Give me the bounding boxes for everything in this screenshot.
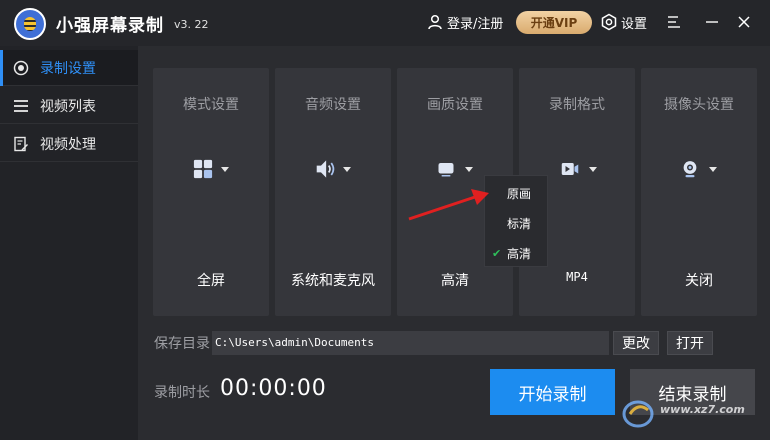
vip-button[interactable]: 开通VIP — [516, 11, 592, 34]
quality-dropdown-button[interactable] — [437, 156, 473, 182]
webcam-icon — [683, 161, 697, 178]
app-version: v3. 22 — [174, 18, 209, 31]
menu-icon — [668, 16, 680, 28]
chevron-down-icon — [465, 166, 473, 172]
format-dropdown-button[interactable] — [561, 156, 597, 182]
login-register-button[interactable]: 登录/注册 — [427, 12, 503, 32]
minimize-button[interactable] — [702, 12, 722, 32]
record-duration-value: 00:00:00 — [220, 376, 327, 401]
gear-icon — [601, 13, 617, 31]
save-directory-label: 保存目录 — [154, 336, 210, 352]
chevron-down-icon — [343, 166, 351, 172]
start-recording-button[interactable]: 开始录制 — [490, 369, 615, 415]
record-icon — [12, 59, 30, 77]
chevron-down-icon — [709, 166, 717, 172]
mode-dropdown-button[interactable] — [193, 156, 229, 182]
card-camera-settings: 摄像头设置 关闭 — [641, 68, 757, 316]
card-mode-settings: 模式设置 全屏 — [153, 68, 269, 316]
app-logo-icon — [14, 8, 46, 40]
quality-dropdown-menu: 原画 标清 ✔ 高清 — [484, 175, 548, 267]
option-label: 高清 — [507, 246, 532, 261]
sidebar-item-video-list[interactable]: 视频列表 — [0, 88, 138, 124]
card-value: 系统和麦克风 — [291, 273, 375, 289]
chevron-down-icon — [589, 166, 597, 172]
card-value: 高清 — [441, 273, 469, 289]
card-audio-settings: 音频设置 系统和麦克风 — [275, 68, 391, 316]
minimize-icon — [706, 21, 718, 23]
card-title: 音频设置 — [305, 97, 361, 113]
close-button[interactable] — [734, 12, 754, 32]
save-directory-field[interactable]: C:\Users\admin\Documents — [212, 331, 609, 355]
card-value: 全屏 — [197, 273, 225, 289]
app-title: 小强屏幕录制 — [56, 16, 164, 36]
menu-button[interactable] — [664, 12, 684, 32]
close-icon — [738, 16, 750, 28]
sidebar-item-record-settings[interactable]: 录制设置 — [0, 50, 138, 86]
change-directory-button[interactable]: 更改 — [613, 331, 659, 355]
title-bar: 小强屏幕录制 v3. 22 登录/注册 开通VIP 设置 — [0, 0, 770, 46]
video-icon — [561, 163, 579, 175]
user-icon — [428, 14, 442, 30]
card-value: MP4 — [566, 270, 588, 284]
watermark-text: www.xz7.com — [660, 403, 745, 416]
sidebar-item-label: 录制设置 — [40, 60, 96, 77]
option-label: 标清 — [507, 216, 532, 231]
chevron-down-icon — [221, 166, 229, 172]
quality-option-original[interactable]: 原画 — [485, 178, 547, 208]
settings-label: 设置 — [621, 16, 648, 32]
card-title: 摄像头设置 — [664, 97, 734, 113]
login-register-label: 登录/注册 — [447, 16, 504, 32]
list-icon — [12, 97, 30, 115]
checkmark-icon: ✔ — [492, 246, 502, 260]
speaker-icon — [316, 160, 335, 178]
quality-option-standard[interactable]: 标清 — [485, 208, 547, 238]
card-title: 模式设置 — [183, 97, 239, 113]
grid-mode-icon — [193, 159, 213, 179]
sidebar-item-label: 视频处理 — [40, 136, 96, 153]
monitor-icon — [438, 163, 454, 177]
card-value: 关闭 — [685, 273, 713, 289]
card-title: 录制格式 — [549, 97, 605, 113]
sidebar-item-video-processing[interactable]: 视频处理 — [0, 126, 138, 162]
record-duration-label: 录制时长 — [154, 385, 210, 401]
open-directory-button[interactable]: 打开 — [667, 331, 713, 355]
settings-button[interactable]: 设置 — [600, 12, 647, 32]
sidebar: 录制设置 视频列表 视频处理 — [0, 46, 138, 440]
quality-option-hd[interactable]: ✔ 高清 — [485, 238, 547, 268]
card-title: 画质设置 — [427, 97, 483, 113]
edit-doc-icon — [12, 135, 30, 153]
option-label: 原画 — [507, 186, 532, 201]
sidebar-item-label: 视频列表 — [40, 98, 96, 115]
audio-dropdown-button[interactable] — [315, 156, 351, 182]
camera-dropdown-button[interactable] — [681, 156, 717, 182]
